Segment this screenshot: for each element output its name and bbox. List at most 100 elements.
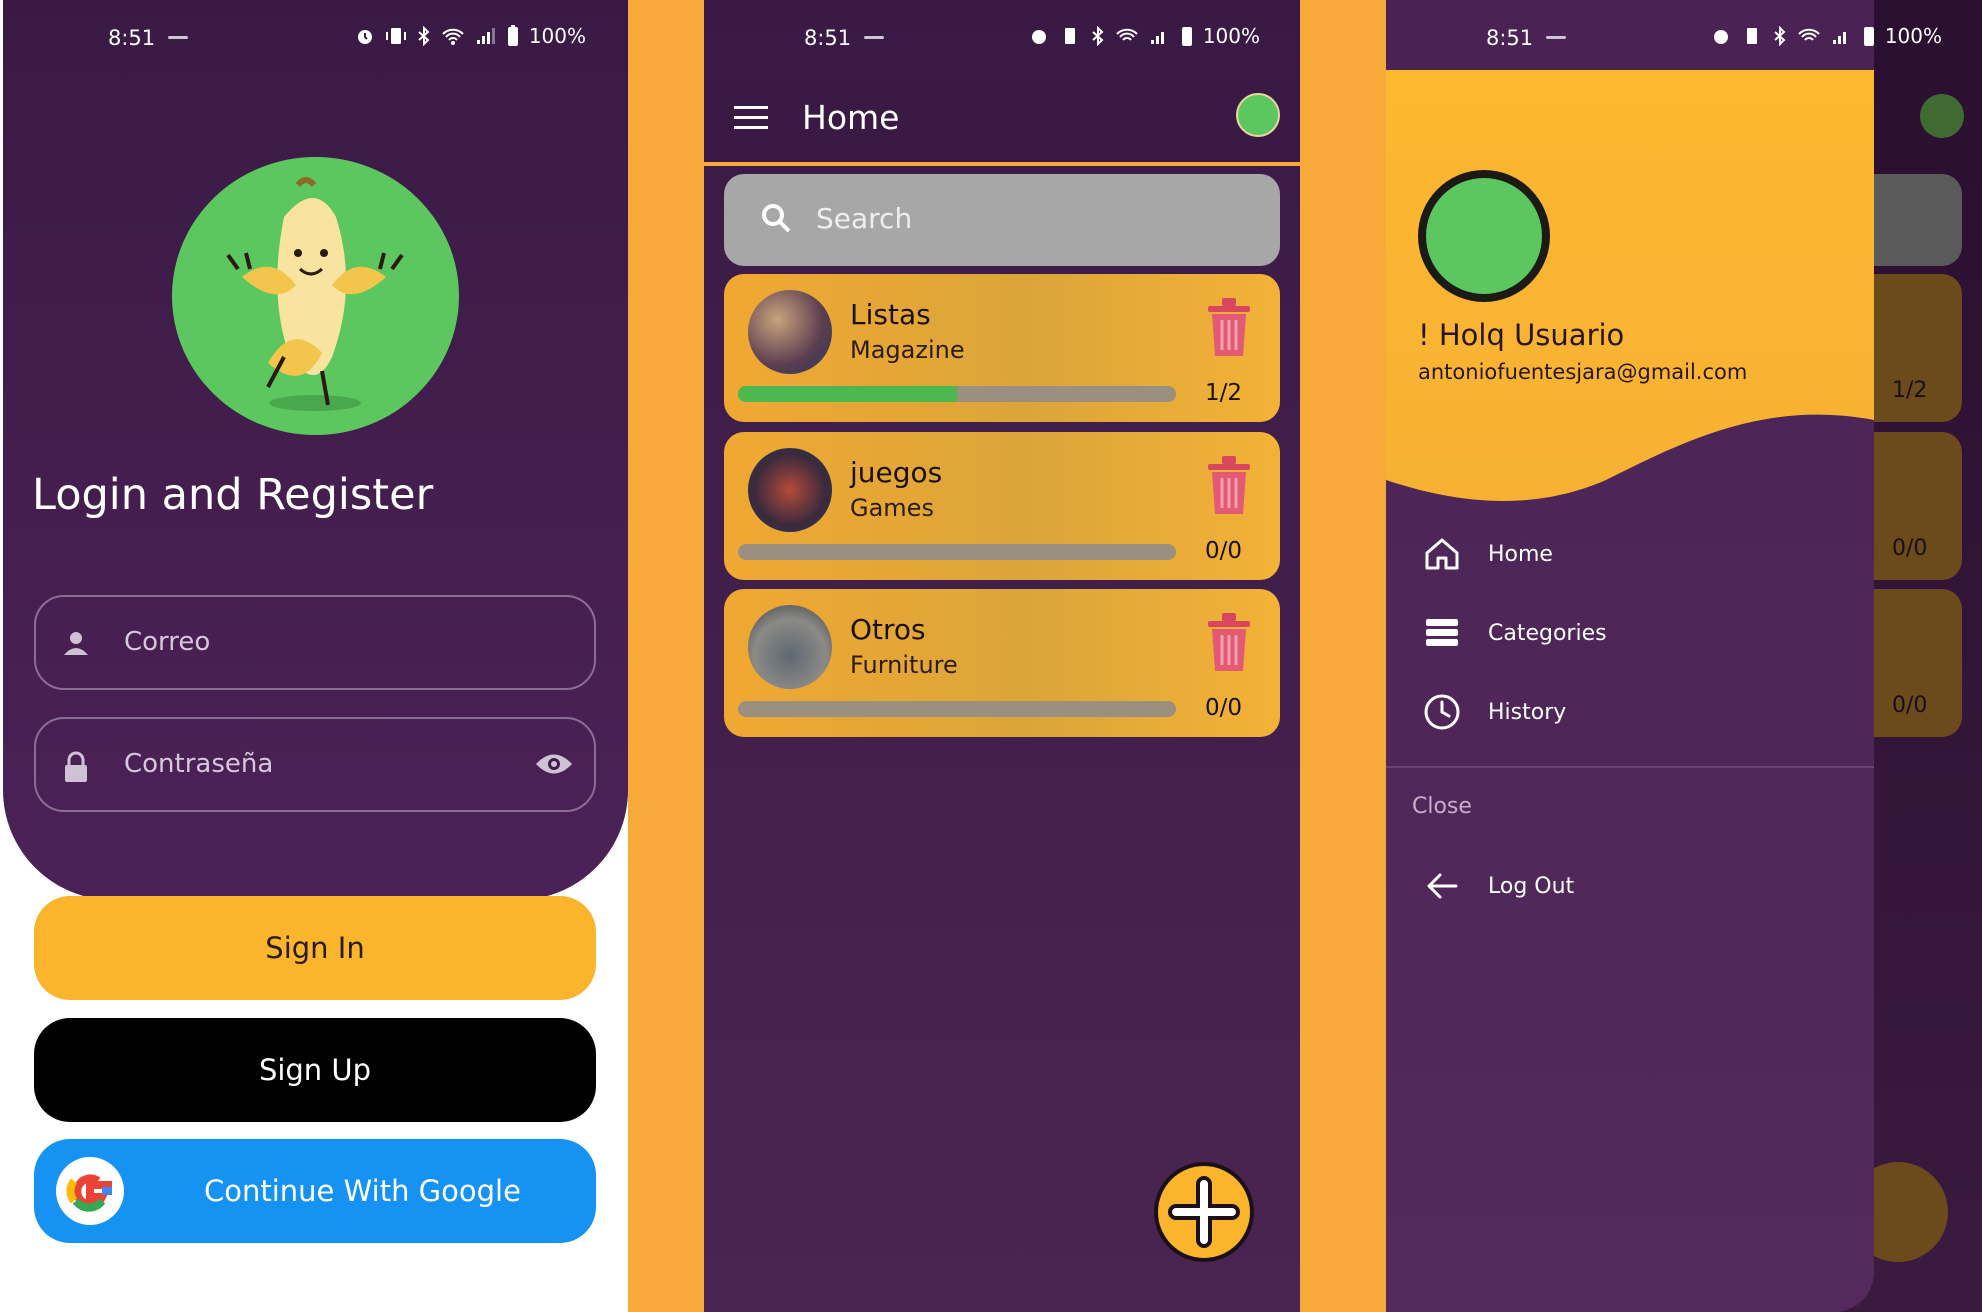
alarm-icon (1031, 30, 1046, 44)
status-icons: 100% (1029, 24, 1260, 48)
list-title: Listas (850, 298, 931, 331)
status-icons-overlay: 100% (1386, 0, 1982, 74)
menu-icon[interactable] (734, 104, 768, 130)
dimmed-card: 0/0 (1874, 432, 1962, 580)
drawer-divider (1386, 766, 1874, 768)
signal-icon (476, 28, 495, 44)
gutter-left (628, 0, 704, 1312)
greeting: ! Holq Usuario (1418, 318, 1625, 352)
avatar[interactable] (1418, 170, 1550, 302)
list-progress-bar (738, 544, 1176, 560)
list-count: 0/0 (1204, 695, 1242, 721)
logout-label: Log Out (1488, 873, 1575, 899)
battery-icon (507, 25, 518, 46)
history-icon (1422, 692, 1462, 732)
status-icons: 100% (1711, 24, 1942, 48)
trash-icon[interactable] (1204, 296, 1254, 360)
list-card[interactable]: juegos Games 0/0 (724, 432, 1280, 580)
sign-up-button[interactable]: Sign Up (34, 1018, 596, 1122)
user-email: antoniofuentesjara@gmail.com (1418, 360, 1748, 384)
password-field[interactable]: Contraseña (34, 717, 596, 812)
show-password-icon[interactable] (534, 749, 574, 779)
battery-icon (1863, 27, 1874, 46)
notification-icon (864, 36, 884, 39)
alarm-icon (357, 30, 372, 44)
logout-button[interactable]: Log Out (1422, 866, 1574, 906)
arrow-left-icon (1422, 866, 1462, 906)
list-count: 0/0 (1204, 538, 1242, 564)
list-category: Magazine (850, 336, 965, 364)
gutter-right (1300, 0, 1386, 1312)
bluetooth-icon (418, 26, 430, 46)
list-thumbnail (748, 448, 832, 532)
dimmed-card: 0/0 (1874, 589, 1962, 737)
vibrate-icon (385, 28, 406, 44)
drawer-item-label: Home (1488, 541, 1553, 567)
avatar[interactable] (1236, 93, 1280, 137)
signal-icon (1150, 32, 1164, 44)
list-thumbnail (748, 605, 832, 689)
add-list-button[interactable] (1154, 1162, 1254, 1262)
dimmed-count: 0/0 (1892, 693, 1928, 718)
page-title: Login and Register (32, 470, 434, 520)
drawer-section-label: Close (1412, 794, 1472, 819)
sign-in-button[interactable]: Sign In (34, 896, 596, 1000)
dimmed-count: 0/0 (1892, 536, 1928, 561)
trash-icon[interactable] (1204, 611, 1254, 675)
search-input[interactable]: Search (724, 174, 1280, 266)
google-logo-icon (56, 1157, 124, 1225)
battery-level: 100% (1884, 24, 1942, 48)
alarm-icon (1713, 30, 1728, 44)
categories-icon (1422, 613, 1462, 653)
trash-icon[interactable] (1204, 454, 1254, 518)
list-card[interactable]: Otros Furniture 0/0 (724, 589, 1280, 737)
list-count: 1/2 (1204, 380, 1242, 406)
drawer-screen: 1/2 0/0 0/0 8:51 ! Holq Usuario antoniof… (1386, 0, 1982, 1312)
lock-icon (65, 751, 87, 782)
status-time: 8:51 (804, 26, 852, 50)
bluetooth-icon (1092, 26, 1104, 46)
list-card[interactable]: Listas Magazine 1/2 (724, 274, 1280, 422)
app-bar: Home (704, 74, 1300, 166)
email-field[interactable]: Correo (34, 595, 596, 690)
dimmed-avatar (1920, 94, 1964, 138)
wifi-icon (1798, 28, 1820, 41)
drawer-item-home[interactable]: Home (1422, 534, 1553, 574)
search-placeholder: Search (816, 202, 913, 235)
drawer-item-label: Categories (1488, 620, 1607, 646)
list-title: Otros (850, 613, 926, 646)
drawer-item-label: History (1488, 699, 1567, 725)
vibrate-icon (1746, 28, 1757, 44)
dimmed-count: 1/2 (1892, 378, 1928, 403)
google-sign-in-button[interactable]: Continue With Google (34, 1139, 596, 1243)
list-category: Games (850, 494, 934, 522)
navigation-drawer: 8:51 ! Holq Usuario antoniofuentesjara@g… (1386, 0, 1874, 1312)
plus-icon (1168, 1176, 1240, 1248)
list-category: Furniture (850, 651, 958, 679)
list-thumbnail (748, 290, 832, 374)
signal-icon (1832, 32, 1846, 44)
status-bar: 8:51 100% (704, 0, 1300, 74)
progress-fill (738, 386, 957, 402)
password-placeholder: Contraseña (124, 749, 274, 779)
status-icons: 100% (355, 24, 586, 48)
status-bar: 8:51 100% (0, 0, 628, 74)
login-screen: 8:51 100% Login and Register Correo Cont… (0, 0, 628, 1312)
email-placeholder: Correo (124, 627, 211, 657)
person-icon (64, 632, 88, 655)
vibrate-icon (1064, 28, 1075, 44)
drawer-item-history[interactable]: History (1422, 692, 1566, 732)
wifi-icon (1116, 28, 1138, 41)
list-title: juegos (850, 456, 943, 489)
list-progress-bar (738, 386, 1176, 402)
page-title: Home (802, 98, 900, 137)
wifi-icon (442, 28, 464, 45)
list-progress-bar (738, 701, 1176, 717)
status-time: 8:51 (108, 26, 156, 50)
banana-logo (172, 157, 459, 435)
battery-level: 100% (1202, 24, 1260, 48)
dimmed-search (1874, 174, 1962, 266)
battery-level: 100% (528, 24, 586, 48)
home-icon (1422, 534, 1462, 574)
drawer-item-categories[interactable]: Categories (1422, 613, 1607, 653)
